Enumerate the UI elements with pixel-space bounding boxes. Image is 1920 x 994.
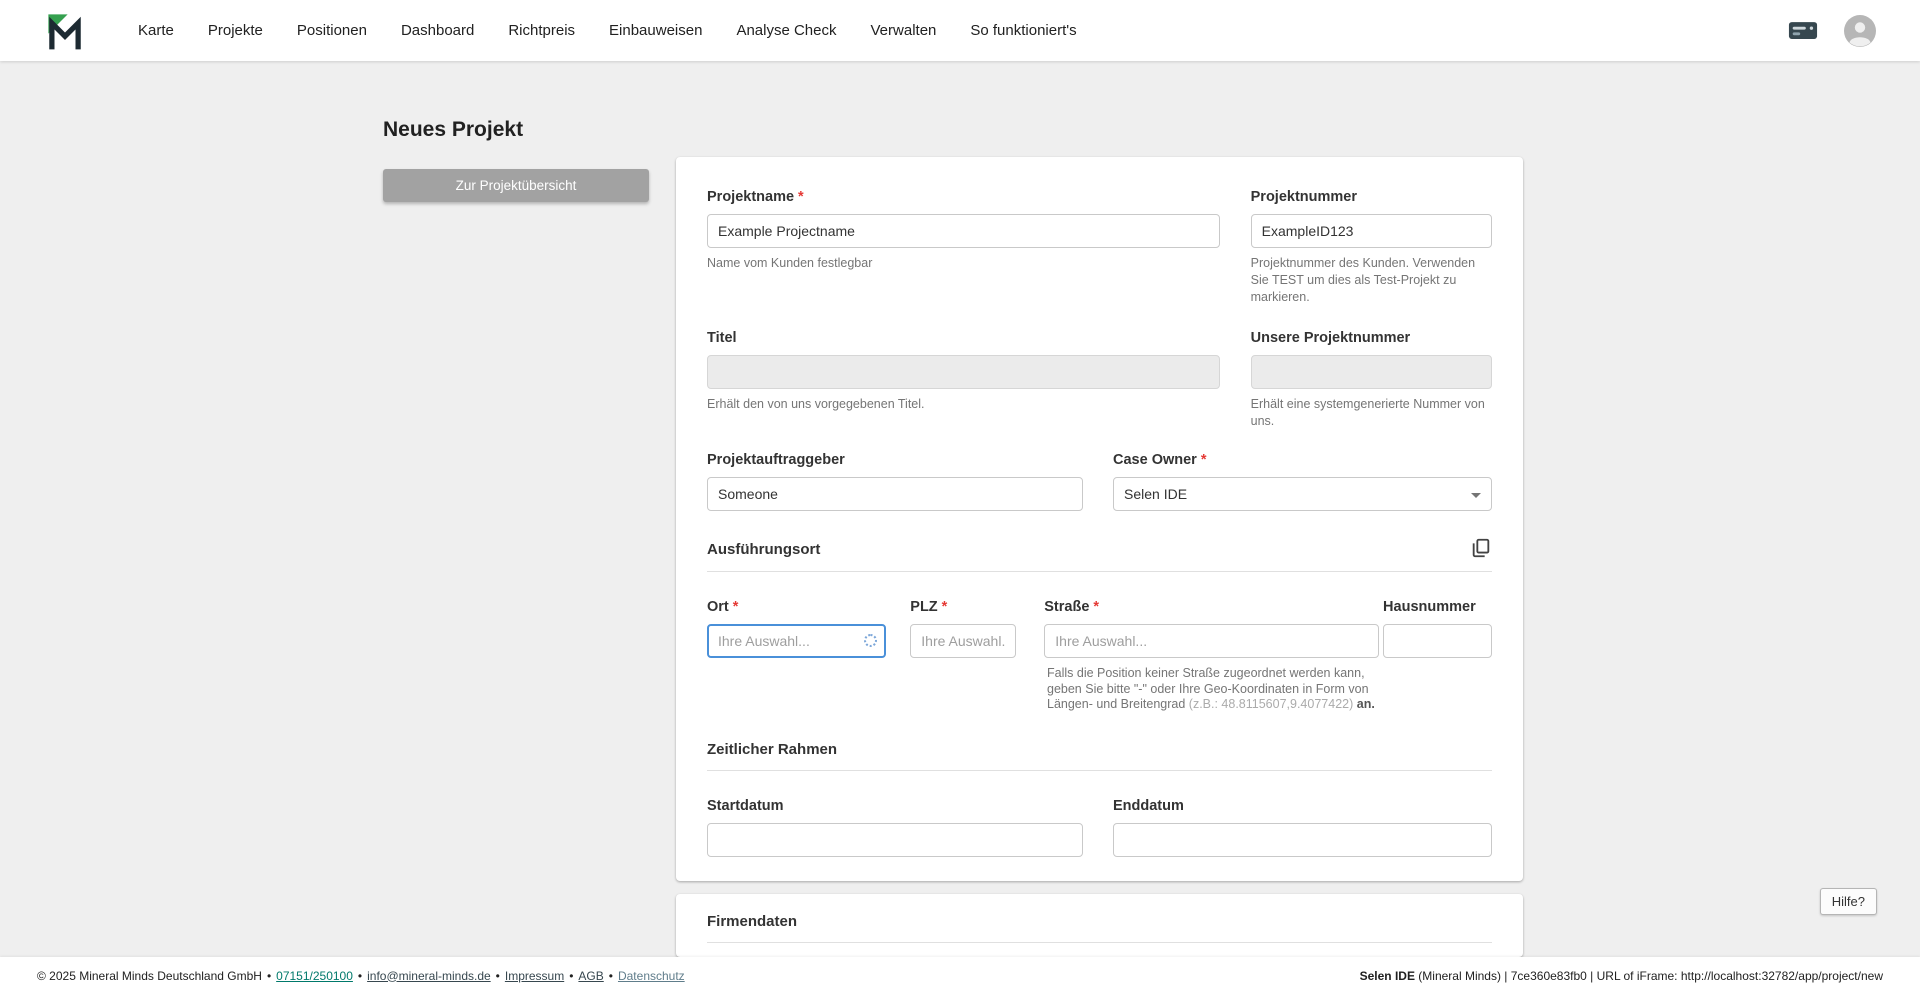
footer-left: © 2025 Mineral Minds Deutschland GmbH • … [37,968,685,983]
required-asterisk: * [1093,599,1100,615]
plz-label: PLZ * [910,599,948,615]
enddatum-label: Enddatum [1113,797,1184,814]
footer: © 2025 Mineral Minds Deutschland GmbH • … [0,957,1920,994]
chevron-down-icon [1471,493,1481,498]
nav-item-positionen[interactable]: Positionen [297,22,367,39]
case-owner-label: Case Owner * [1113,452,1207,468]
footer-impressum-link[interactable]: Impressum [505,969,564,983]
case-owner-select[interactable]: Selen IDE [1113,477,1492,511]
nav-item-projekte[interactable]: Projekte [208,22,263,39]
titel-input [707,355,1220,389]
nav-item-einbauweisen[interactable]: Einbauweisen [609,22,702,39]
server-icon[interactable] [1788,19,1818,42]
main-navigation: Karte Projekte Positionen Dashboard Rich… [138,22,1077,39]
projektauftraggeber-label: Projektauftraggeber [707,452,845,468]
nav-item-richtpreis[interactable]: Richtpreis [508,22,575,39]
unsere-projektnummer-input [1250,355,1492,389]
hausnummer-label: Hausnummer [1383,599,1476,615]
projektauftraggeber-input[interactable] [707,477,1083,511]
nav-item-karte[interactable]: Karte [138,22,174,39]
strasse-helper: Falls die Position keiner Straße zugeord… [1047,666,1375,711]
projektname-label: Projektname * [707,189,804,205]
unsere-projektnummer-helper: Erhält eine systemgenerierte Nummer von … [1250,397,1485,428]
firmendaten-card: Firmendaten [676,894,1523,957]
footer-datenschutz-link[interactable]: Datenschutz [618,969,685,983]
footer-session-info: Selen IDE (Mineral Minds) | 7ce360e83fb0… [1359,968,1883,983]
required-asterisk: * [941,599,948,615]
projektnummer-input[interactable] [1250,214,1492,248]
page-title: Neues Projekt [383,118,524,141]
project-form-card: Projektname* Name vom Kunden festlegbar … [676,157,1523,881]
nav-item-analyse-check[interactable]: Analyse Check [736,22,836,39]
ort-label: Ort * [707,599,739,615]
required-asterisk: * [798,189,804,205]
ort-input[interactable] [707,624,887,658]
nav-item-so-funktionierts[interactable]: So funktioniert's [970,22,1076,39]
footer-copyright: © 2025 Mineral Minds Deutschland GmbH [37,968,262,983]
user-avatar[interactable] [1844,14,1876,47]
section-title-zeitlicher-rahmen: Zeitlicher Rahmen [707,740,838,758]
back-to-projects-button[interactable]: Zur Projektübersicht [383,169,649,202]
startdatum-input[interactable] [707,822,1083,857]
enddatum-input[interactable] [1113,822,1492,857]
unsere-projektnummer-label: Unsere Projektnummer [1250,330,1411,346]
strasse-label: Straße * [1044,599,1100,615]
footer-email-link[interactable]: info@mineral-minds.de [367,969,491,983]
plz-input[interactable] [910,624,1017,658]
hausnummer-input[interactable] [1383,624,1492,658]
strasse-input[interactable] [1044,624,1380,658]
titel-label: Titel [707,330,737,346]
projektnummer-helper: Projektnummer des Kunden. Verwenden Sie … [1250,256,1476,304]
nav-item-dashboard[interactable]: Dashboard [401,22,474,39]
projektname-helper: Name vom Kunden festlegbar [707,256,873,270]
section-title-ausfuehrungsort: Ausführungsort [707,541,821,558]
required-asterisk: * [1200,452,1207,468]
titel-helper: Erhält den von uns vorgegebenen Titel. [707,397,925,411]
footer-phone-link[interactable]: 07151/250100 [276,969,353,983]
startdatum-label: Startdatum [707,797,784,814]
footer-session-user: Selen IDE [1359,968,1415,983]
copy-icon[interactable] [1470,537,1492,559]
top-navbar: Karte Projekte Positionen Dashboard Rich… [0,0,1920,61]
required-asterisk: * [732,599,739,615]
case-owner-selected-value: Selen IDE [1124,486,1188,502]
projektname-input[interactable] [707,214,1220,248]
mineral-minds-logo[interactable] [44,10,86,52]
projektnummer-label: Projektnummer [1250,189,1358,205]
nav-item-verwalten[interactable]: Verwalten [871,22,937,39]
footer-agb-link[interactable]: AGB [578,969,603,983]
section-title-firmendaten: Firmendaten [707,913,798,930]
help-button[interactable]: Hilfe? [1819,888,1877,915]
